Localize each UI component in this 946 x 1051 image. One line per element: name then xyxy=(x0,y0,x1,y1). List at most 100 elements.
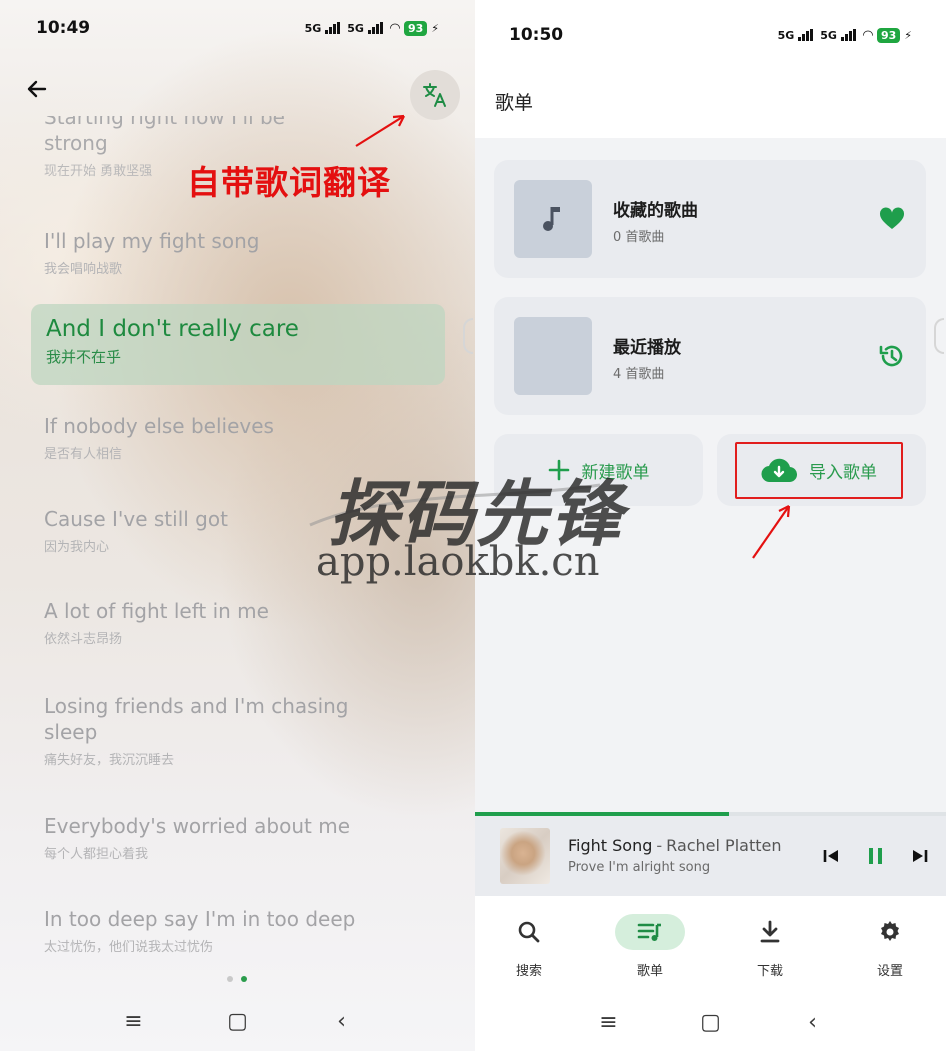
import-playlist-label: 导入歌单 xyxy=(809,463,877,483)
lyric-translation: 因为我内心 xyxy=(44,540,110,555)
lyric-line[interactable]: Cause I've still got 因为我内心 xyxy=(44,506,228,555)
cloud-download-icon xyxy=(761,458,797,482)
tab-label: 歌单 xyxy=(636,964,663,979)
tab-playlists[interactable]: 歌单 xyxy=(615,914,685,979)
tab-icon-wrap xyxy=(615,914,685,950)
tab-icon-wrap xyxy=(494,914,564,950)
lyric-translation: 每个人都担心着我 xyxy=(44,847,149,862)
charging-icon: ⚡ xyxy=(904,28,912,42)
annotation-arrow-icon xyxy=(752,505,791,559)
mini-player[interactable]: Fight Song - Rachel Platten Prove I'm alri… xyxy=(475,816,946,896)
tab-label: 设置 xyxy=(876,964,903,979)
lyric-line-active[interactable]: And I don't really care 我并不在乎 xyxy=(31,304,445,385)
import-playlist-button[interactable]: 导入歌单 xyxy=(735,442,903,499)
playlist-name: 收藏的歌曲 xyxy=(613,201,698,221)
battery-icon: 93 xyxy=(876,27,901,43)
signal-icon xyxy=(798,29,814,41)
pause-button[interactable] xyxy=(864,844,888,868)
playlist-card-recent[interactable]: 最近播放 4 首歌曲 xyxy=(494,297,926,415)
page-indicator xyxy=(227,976,247,982)
history-icon[interactable] xyxy=(878,342,906,370)
lyric-text: sleep xyxy=(44,720,98,744)
back-icon[interactable]: ‹ xyxy=(330,1009,354,1034)
side-handle[interactable] xyxy=(463,318,473,354)
lyric-translation: 我并不在乎 xyxy=(46,348,122,366)
playlist-cover xyxy=(514,317,592,395)
now-playing-lyric: Prove I'm alright song xyxy=(568,860,711,875)
pause-icon xyxy=(869,848,882,864)
lyrics-screen: 10:49 5G 5G ◠ 93 ⚡ 自带歌词翻译 Starting right… xyxy=(0,0,475,1051)
lyric-line[interactable]: Everybody's worried about me 每个人都担心着我 xyxy=(44,813,350,862)
network-label: 5G xyxy=(777,28,795,42)
lyric-text: If nobody else believes xyxy=(44,414,274,438)
download-icon xyxy=(760,920,780,943)
lyric-translation: 现在开始 勇敢坚强 xyxy=(44,164,153,179)
menu-icon[interactable]: ≡ xyxy=(122,1009,146,1034)
home-icon[interactable]: ▢ xyxy=(226,1009,250,1034)
tab-icon-wrap xyxy=(735,914,805,950)
playlist-count: 4 首歌曲 xyxy=(613,367,665,382)
menu-icon[interactable]: ≡ xyxy=(597,1010,621,1035)
lyric-text: A lot of fight left in me xyxy=(44,599,269,623)
now-playing-title: Fight Song - Rachel Platten xyxy=(568,836,781,855)
plus-icon xyxy=(548,459,569,481)
lyric-line[interactable]: I'll play my fight song 我会唱响战歌 xyxy=(44,228,259,277)
lyric-text: And I don't really care xyxy=(46,316,299,342)
lyric-line[interactable]: Starting right now I'll be strong 现在开始 勇… xyxy=(44,104,285,179)
wifi-icon: ◠ xyxy=(862,27,873,43)
gear-icon xyxy=(881,921,899,941)
lyric-translation: 痛失好友，我沉沉睡去 xyxy=(44,753,175,768)
lyric-translation: 我会唱响战歌 xyxy=(44,262,123,277)
lyric-translation: 依然斗志昂扬 xyxy=(44,632,123,647)
playlist-count: 0 首歌曲 xyxy=(613,230,665,245)
signal-icon xyxy=(840,29,856,41)
lyric-text: Losing friends and I'm chasing xyxy=(44,694,349,718)
lyrics-list: Starting right now I'll be strong 现在开始 勇… xyxy=(0,0,475,1051)
tab-icon-wrap xyxy=(855,914,925,950)
status-bar: 10:50 5G 5G ◠ 93 ⚡ xyxy=(475,0,946,70)
header: 10:50 5G 5G ◠ 93 ⚡ 歌单 xyxy=(475,0,946,138)
playlist-name: 最近播放 xyxy=(613,338,681,358)
tab-search[interactable]: 搜索 xyxy=(494,914,564,979)
status-icons: 5G 5G ◠ 93 ⚡ xyxy=(777,27,912,43)
page-dot-active xyxy=(241,976,247,982)
page-dot xyxy=(227,976,233,982)
skip-next-icon xyxy=(913,850,928,862)
playlist-screen: 10:50 5G 5G ◠ 93 ⚡ 歌单 收藏的歌曲 0 首歌曲 最近播放 4… xyxy=(475,0,946,1051)
lyric-text: strong xyxy=(44,131,108,155)
lyric-line[interactable]: In too deep say I'm in too deep 太过忧伤，他们说… xyxy=(44,906,355,955)
back-icon[interactable]: ‹ xyxy=(801,1010,825,1035)
lyric-line[interactable]: Losing friends and I'm chasing sleep 痛失好… xyxy=(44,693,349,768)
lyric-line[interactable]: A lot of fight left in me 依然斗志昂扬 xyxy=(44,598,269,647)
song-title: Fight Song xyxy=(568,836,653,855)
music-note-icon xyxy=(543,207,560,231)
system-nav-bar: ≡ ▢ ‹ xyxy=(0,991,475,1051)
tab-downloads[interactable]: 下载 xyxy=(735,914,805,979)
bottom-tab-bar: 搜索 歌单 下载 设置 xyxy=(475,896,946,994)
heart-icon[interactable] xyxy=(878,205,906,233)
system-nav-bar: ≡ ▢ ‹ xyxy=(475,994,946,1051)
lyric-text: Starting right now I'll be xyxy=(44,105,285,129)
lyric-text: Cause I've still got xyxy=(44,507,228,531)
next-button[interactable] xyxy=(908,844,932,868)
search-icon xyxy=(518,921,540,943)
song-artist: Rachel Platten xyxy=(666,836,782,855)
status-time: 10:50 xyxy=(509,25,564,45)
network-label: 5G xyxy=(820,28,837,42)
home-icon[interactable]: ▢ xyxy=(699,1010,723,1035)
tab-label: 搜索 xyxy=(515,964,542,979)
lyric-text: Everybody's worried about me xyxy=(44,814,351,838)
playlist-cover xyxy=(514,180,592,258)
skip-previous-icon xyxy=(823,850,838,862)
side-handle[interactable] xyxy=(934,318,944,354)
playlist-card-favorites[interactable]: 收藏的歌曲 0 首歌曲 xyxy=(494,160,926,278)
lyric-text: I'll play my fight song xyxy=(44,229,260,253)
tab-settings[interactable]: 设置 xyxy=(855,914,925,979)
previous-button[interactable] xyxy=(819,844,843,868)
tab-label: 下载 xyxy=(756,964,783,979)
lyric-translation: 太过忧伤，他们说我太过忧伤 xyxy=(44,940,214,955)
new-playlist-button[interactable]: 新建歌单 xyxy=(494,434,703,506)
new-playlist-label: 新建歌单 xyxy=(581,462,650,483)
lyric-line[interactable]: If nobody else believes 是否有人相信 xyxy=(44,413,274,462)
album-art xyxy=(500,828,550,884)
